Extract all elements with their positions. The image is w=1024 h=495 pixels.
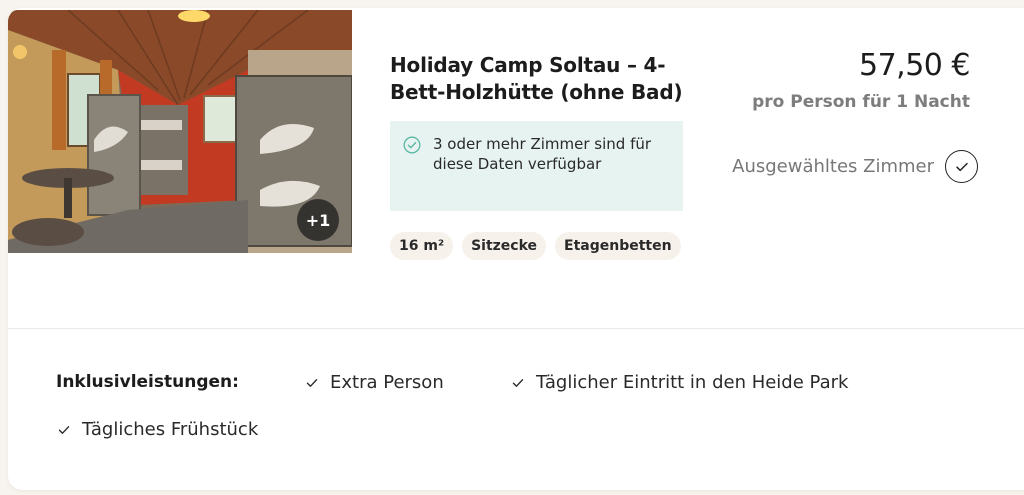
- check-circle-icon[interactable]: [945, 150, 978, 183]
- room-title: Holiday Camp Soltau – 4-Bett-Holzhütte (…: [390, 53, 683, 104]
- photo-count-badge[interactable]: +1: [297, 199, 339, 241]
- tag-seating: Sitzecke: [462, 232, 547, 260]
- selected-room-label: Ausgewähltes Zimmer: [732, 156, 934, 177]
- room-price: 57,50 €: [858, 48, 971, 83]
- check-circle-icon: [403, 136, 421, 154]
- check-icon: [58, 425, 70, 434]
- section-divider: [8, 328, 1024, 329]
- price-unit: pro Person für 1 Nacht: [752, 92, 970, 112]
- inclusion-label: Tägliches Frühstück: [82, 419, 259, 440]
- availability-box: 3 oder mehr Zimmer sind für diese Daten …: [390, 121, 683, 211]
- tag-bunkbeds: Etagenbetten: [555, 232, 681, 260]
- availability-text: 3 oder mehr Zimmer sind für diese Daten …: [433, 135, 652, 173]
- inclusions-title: Inklusivleistungen:: [56, 372, 239, 392]
- tag-size: 16 m²: [390, 232, 454, 260]
- inclusion-label: Extra Person: [330, 372, 444, 393]
- check-icon: [512, 378, 524, 387]
- select-room-button[interactable]: Ausgewähltes Zimmer: [732, 150, 978, 183]
- inclusion-item: Tägliches Frühstück: [58, 419, 258, 440]
- inclusion-item: Täglicher Eintritt in den Heide Park: [512, 372, 848, 393]
- room-photo[interactable]: +1: [8, 10, 352, 253]
- room-tags: 16 m² Sitzecke Etagenbetten: [390, 232, 681, 260]
- inclusion-label: Täglicher Eintritt in den Heide Park: [536, 372, 849, 393]
- check-icon: [306, 378, 318, 387]
- check-icon: [955, 162, 968, 171]
- room-card: +1 Holiday Camp Soltau – 4-Bett-Holzhütt…: [8, 8, 1024, 490]
- inclusion-item: Extra Person: [306, 372, 444, 393]
